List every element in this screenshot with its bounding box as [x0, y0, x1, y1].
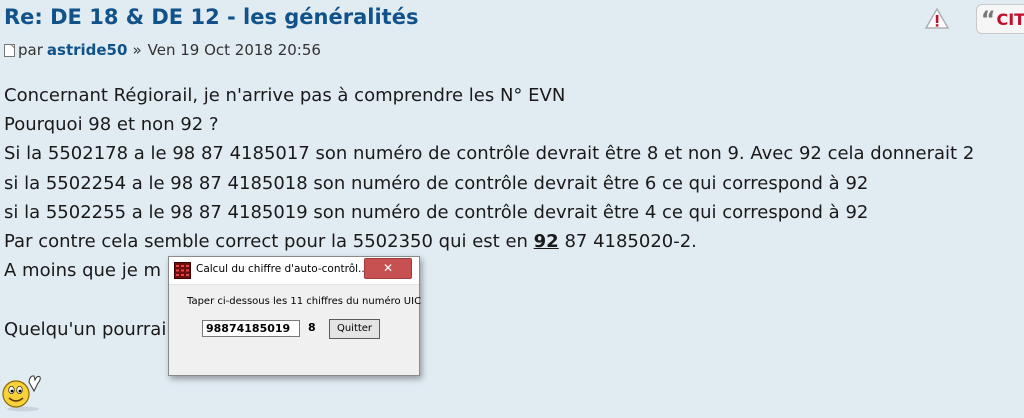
- dialog-title: Calcul du chiffre d'auto-contrôl...: [196, 263, 369, 275]
- post-line: Concernant Régiorail, je n'arrive pas à …: [4, 85, 566, 106]
- post-line: A moins que je m: [4, 260, 162, 282]
- dialog-prompt: Taper ci-dessous les 11 chiffres du numé…: [187, 296, 422, 307]
- check-digit-result: 8: [308, 321, 316, 334]
- post-line: si la 5502254 a le 98 87 4185018 son num…: [4, 172, 869, 194]
- post-date: Ven 19 Oct 2018 20:56: [147, 41, 321, 59]
- emphasized-number: 92: [533, 230, 559, 252]
- post-line: Si la 5502178 a le 98 87 4185017 son num…: [4, 143, 975, 165]
- close-icon: ✕: [382, 261, 394, 275]
- post-title[interactable]: Re: DE 18 & DE 12 - les généralités: [4, 5, 418, 29]
- app-icon: [174, 262, 191, 279]
- post-content: Concernant Régiorail, je n'arrive pas à …: [4, 81, 974, 344]
- checksum-dialog: Calcul du chiffre d'auto-contrôl... ✕ Ta…: [168, 256, 422, 376]
- waving-smiley-icon: [2, 375, 41, 412]
- post-icon[interactable]: [4, 43, 15, 57]
- post-line: Pourquoi 98 et non 92 ?: [4, 114, 219, 136]
- post-author-line: par astride50 » Ven 19 Oct 2018 20:56: [4, 41, 321, 59]
- post-line: Quelqu'un pourrai: [4, 318, 167, 340]
- post-line: Par contre cela semble correct pour la 5…: [4, 227, 974, 256]
- report-button[interactable]: [920, 4, 954, 34]
- post-line-text: Par contre cela semble correct pour la 5…: [4, 230, 534, 252]
- dialog-titlebar[interactable]: Calcul du chiffre d'auto-contrôl... ✕: [169, 257, 419, 285]
- post-line: si la 5502255 a le 98 87 4185019 son num…: [4, 201, 869, 223]
- post-line-text: 87 4185020-2.: [558, 230, 697, 252]
- author-link[interactable]: astride50: [47, 41, 128, 59]
- author-separator: »: [132, 41, 142, 59]
- uic-number-input[interactable]: [202, 320, 300, 337]
- report-icon: [924, 7, 950, 29]
- quote-button[interactable]: “CIT: [976, 4, 1024, 34]
- close-button[interactable]: ✕: [364, 258, 412, 279]
- author-prefix: par: [18, 41, 43, 59]
- quote-label: CIT: [996, 10, 1024, 29]
- quote-icon: “: [981, 8, 996, 33]
- quit-button[interactable]: Quitter: [329, 319, 380, 339]
